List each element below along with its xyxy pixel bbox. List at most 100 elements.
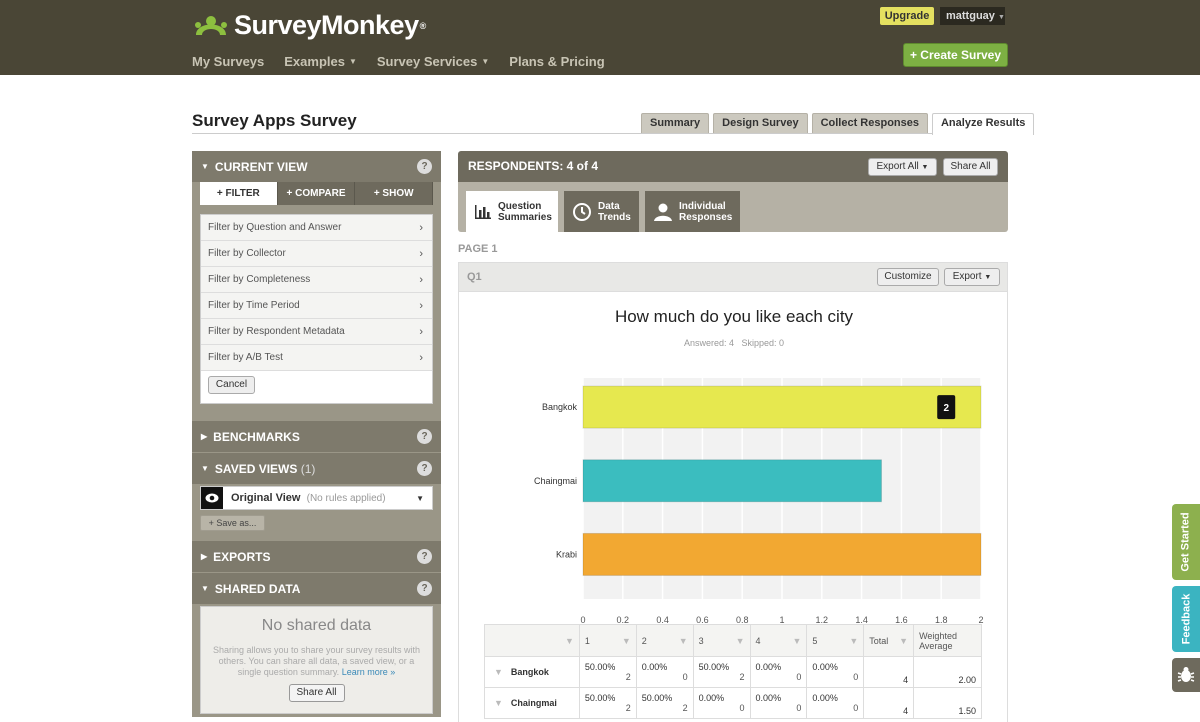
- save-as-button[interactable]: + Save as...: [200, 515, 265, 531]
- chevron-right-icon: ›: [419, 352, 423, 364]
- column-header[interactable]: Total ▼: [863, 624, 915, 657]
- sidebar: ▼ CURRENT VIEW? + FILTER + COMPARE + SHOW…: [192, 151, 441, 717]
- tab-collect-responses[interactable]: Collect Responses: [811, 113, 928, 133]
- table-cell: 50.00% 2: [578, 656, 637, 688]
- help-icon[interactable]: ?: [417, 581, 432, 596]
- tab-design-survey[interactable]: Design Survey: [713, 113, 808, 133]
- shared-data-box: No shared data Sharing allows you to sha…: [200, 606, 433, 714]
- exports-section: ▶ EXPORTS?: [192, 541, 441, 572]
- filter-by-collector[interactable]: Filter by Collector ›: [201, 241, 432, 267]
- show-tab[interactable]: + SHOW: [355, 182, 434, 205]
- monkey-logo-icon: [195, 15, 227, 35]
- question-header: Q1 Customize Export ▼: [458, 262, 1008, 292]
- logo[interactable]: SurveyMonkey ®: [192, 10, 426, 41]
- share-all-button[interactable]: Share All: [288, 684, 345, 702]
- nav-examples[interactable]: Examples ▼: [284, 54, 357, 69]
- chart-stats: Answered: 4 Skipped: 0: [683, 338, 785, 348]
- tooltip-value: 2: [943, 403, 949, 414]
- row-label[interactable]: ▼ Chaingmai: [484, 687, 580, 719]
- eye-icon: [201, 487, 223, 509]
- filter-tab[interactable]: + FILTER: [200, 182, 278, 205]
- tab-label: Individual Responses: [679, 200, 733, 223]
- original-view-label: Original View: [231, 492, 301, 504]
- bar: [582, 459, 882, 503]
- benchmarks-section: ▶ BENCHMARKS?: [192, 421, 441, 452]
- category-label: Chaingmai: [534, 476, 577, 486]
- export-button[interactable]: Export ▼: [944, 268, 1000, 286]
- filter-by-time-period[interactable]: Filter by Time Period ›: [201, 293, 432, 319]
- registered-mark: ®: [419, 20, 427, 31]
- respondents-bar: RESPONDENTS: 4 of 4 Export All ▼ Share A…: [458, 151, 1008, 182]
- learn-more-link[interactable]: Learn more »: [342, 667, 396, 677]
- compare-tab[interactable]: + COMPARE: [277, 182, 356, 205]
- shared-description: Sharing allows you to share your survey …: [212, 645, 421, 677]
- page-label: PAGE 1: [458, 243, 498, 255]
- triangle-down-icon: ▼: [201, 584, 209, 593]
- tab-question-summaries[interactable]: Question Summaries: [466, 191, 558, 232]
- saved-view-select[interactable]: Original View (No rules applied) ▼: [200, 486, 433, 510]
- filter-by-ab-test[interactable]: Filter by A/B Test ›: [201, 345, 432, 371]
- page-title: Survey Apps Survey: [192, 111, 357, 130]
- bug-report-tab[interactable]: [1172, 658, 1200, 692]
- tab-data-trends[interactable]: Data Trends: [564, 191, 639, 232]
- tab-summary[interactable]: Summary: [641, 113, 710, 133]
- tab-analyze-results[interactable]: Analyze Results: [931, 113, 1035, 135]
- row-label[interactable]: ▼ Bangkok: [484, 656, 580, 688]
- chevron-right-icon: ›: [419, 300, 423, 312]
- column-header[interactable]: 2 ▼: [635, 624, 694, 657]
- customize-button[interactable]: Customize: [877, 268, 939, 286]
- help-icon[interactable]: ?: [417, 461, 432, 476]
- current-view-header[interactable]: ▼ CURRENT VIEW?: [192, 151, 441, 182]
- clock-icon: [572, 202, 592, 222]
- filter-list: Filter by Question and Answer › Filter by…: [200, 214, 433, 404]
- column-header[interactable]: 3 ▼: [692, 624, 751, 657]
- column-header[interactable]: Weighted Average: [913, 624, 982, 657]
- nav-my-surveys[interactable]: My Surveys: [192, 54, 264, 69]
- cancel-button[interactable]: Cancel: [208, 376, 255, 394]
- help-icon[interactable]: ?: [417, 159, 432, 174]
- table-cell: 0.00% 0: [806, 656, 865, 688]
- triangle-right-icon: ▶: [201, 552, 208, 561]
- saved-views-header[interactable]: ▼ SAVED VIEWS (1)?: [192, 453, 441, 484]
- benchmarks-header[interactable]: ▶ BENCHMARKS?: [192, 421, 441, 452]
- survey-tabs: Summary Design Survey Collect Responses …: [641, 113, 1035, 135]
- average-cell: 2.00: [913, 656, 982, 688]
- average-cell: 1.50: [913, 687, 982, 719]
- triangle-down-icon: ▼: [201, 464, 209, 473]
- share-all-button[interactable]: Share All: [943, 158, 998, 176]
- caret-down-icon: ▼: [997, 14, 1005, 21]
- table-header-row: ▼ 1 ▼ 2 ▼ 3 ▼ 4 ▼ 5 ▼ Total ▼ Weighted Average: [484, 624, 982, 657]
- export-all-button[interactable]: Export All ▼: [868, 158, 937, 176]
- table-cell: 50.00% 2: [692, 656, 751, 688]
- view-mode-tabs: + FILTER + COMPARE + SHOW: [200, 182, 434, 205]
- user-menu[interactable]: mattguay ▼: [940, 7, 1005, 25]
- caret-down-icon: ▼: [416, 493, 424, 503]
- nav-survey-services[interactable]: Survey Services ▼: [377, 54, 489, 69]
- filter-by-metadata[interactable]: Filter by Respondent Metadata ›: [201, 319, 432, 345]
- shared-data-header[interactable]: ▼ SHARED DATA?: [192, 573, 441, 604]
- help-icon[interactable]: ?: [417, 549, 432, 564]
- help-icon[interactable]: ?: [417, 429, 432, 444]
- tab-label: Question Summaries: [498, 200, 552, 223]
- category-label: Bangkok: [542, 402, 578, 412]
- person-icon: [653, 202, 673, 222]
- tab-individual-responses[interactable]: Individual Responses: [645, 191, 740, 232]
- get-started-tab[interactable]: Get Started: [1172, 504, 1200, 580]
- filter-by-completeness[interactable]: Filter by Completeness ›: [201, 267, 432, 293]
- total-cell: 4: [863, 656, 915, 688]
- exports-header[interactable]: ▶ EXPORTS?: [192, 541, 441, 572]
- table-cell: 0.00% 0: [692, 687, 751, 719]
- upgrade-button[interactable]: Upgrade: [880, 7, 934, 25]
- column-header[interactable]: 5 ▼: [806, 624, 865, 657]
- no-shared-heading: No shared data: [261, 617, 372, 634]
- bug-icon: [1177, 667, 1195, 682]
- column-header[interactable]: 4 ▼: [749, 624, 808, 657]
- chevron-right-icon: ›: [419, 222, 423, 234]
- nav-plans-pricing[interactable]: Plans & Pricing: [509, 54, 604, 69]
- create-survey-button[interactable]: + Create Survey: [903, 43, 1008, 67]
- logo-text: SurveyMonkey: [234, 10, 419, 40]
- filter-by-question[interactable]: Filter by Question and Answer ›: [201, 215, 432, 241]
- header-sort-icon[interactable]: ▼: [484, 624, 580, 657]
- feedback-tab[interactable]: Feedback: [1172, 586, 1200, 652]
- column-header[interactable]: 1 ▼: [578, 624, 637, 657]
